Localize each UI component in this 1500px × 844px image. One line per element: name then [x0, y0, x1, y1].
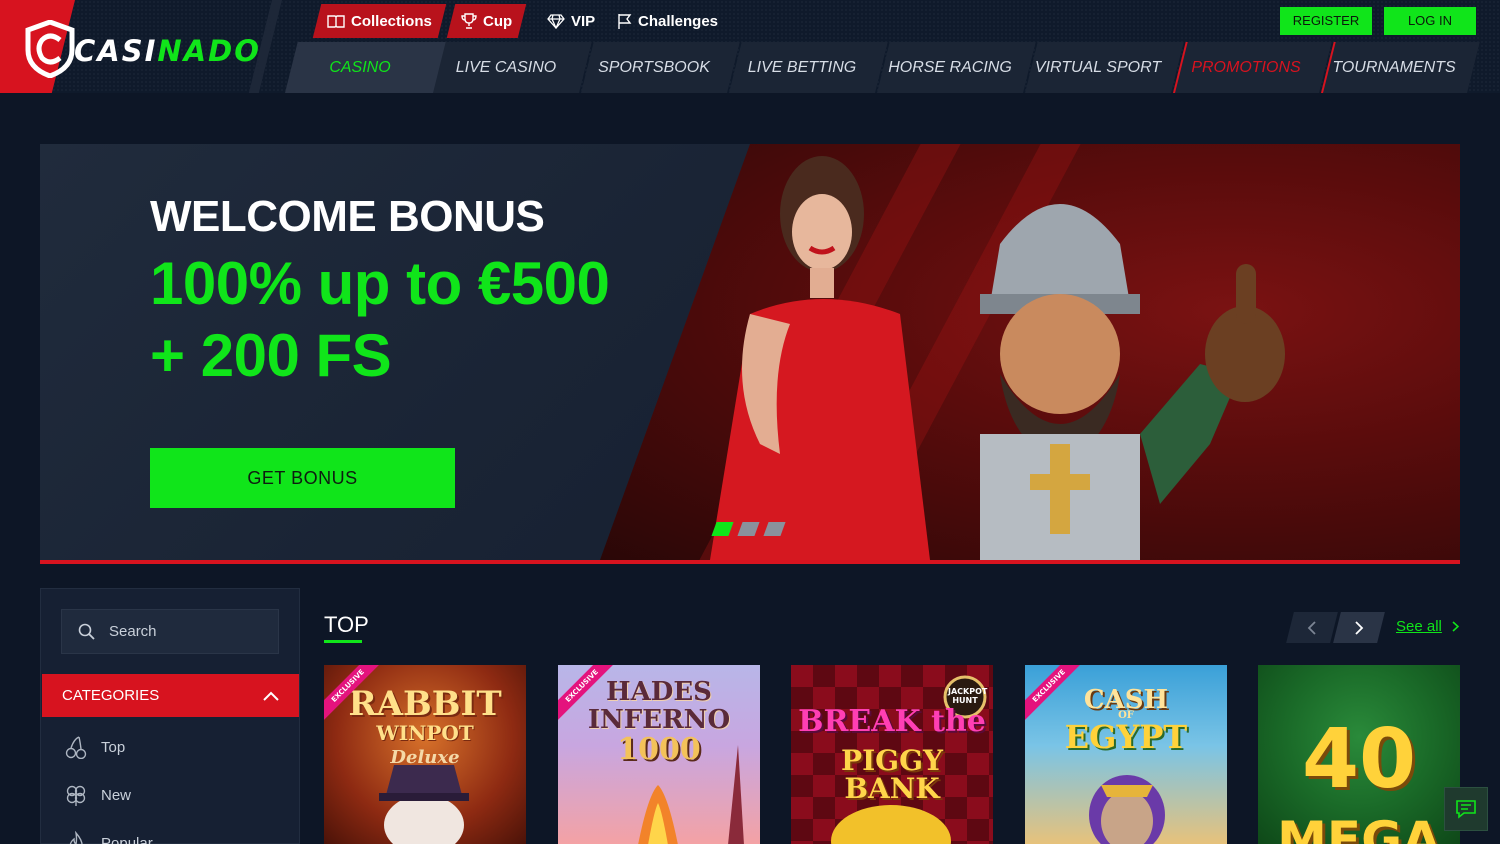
chevron-left-icon: [1307, 620, 1316, 635]
game-card-break-the-piggy-bank[interactable]: JACKPOT HUNT BREAK the PIGGY BANK: [791, 665, 993, 844]
topnav-cup-label: Cup: [483, 12, 513, 30]
game-title-line2: WINPOT: [376, 721, 474, 745]
chevron-right-icon: [1355, 620, 1364, 635]
game-sidebar: CATEGORIES Top New Popular: [40, 588, 300, 844]
topnav-collections[interactable]: Collections: [327, 4, 432, 38]
section-title-top: TOP: [324, 612, 369, 637]
nav-horse-racing[interactable]: HORSE RACING: [877, 42, 1036, 93]
nav-virtual-sport-label: VIRTUAL SPORT: [1034, 58, 1162, 76]
welcome-bonus-banner[interactable]: WELCOME BONUS 100% up to €500 + 200 FS G…: [40, 144, 1460, 564]
trophy-icon: [461, 13, 477, 29]
game-card-hades-inferno[interactable]: HADES INFERNO 1000 EXCLUSIVE: [558, 665, 760, 844]
game-title-line3: Deluxe: [390, 747, 460, 768]
topnav-challenges-label: Challenges: [638, 12, 719, 30]
register-button[interactable]: REGISTER: [1280, 7, 1372, 35]
login-button[interactable]: LOG IN: [1384, 7, 1476, 35]
game-title-line2: PIGGY BANK: [841, 744, 943, 805]
topnav-vip[interactable]: VIP: [547, 4, 595, 38]
diamond-icon: [547, 13, 565, 29]
game-title-line2: EGYPT: [1064, 718, 1188, 756]
clover-icon: [66, 785, 86, 806]
see-all-link[interactable]: See all: [1396, 618, 1459, 635]
chat-icon: [1456, 800, 1476, 819]
prev-games-button[interactable]: [1286, 612, 1338, 643]
search-box[interactable]: [61, 609, 279, 654]
topnav-challenges[interactable]: Challenges: [617, 4, 718, 38]
banner-art: [600, 144, 1460, 560]
category-popular-label: Popular: [101, 834, 153, 844]
jackpot-hunt-badge: JACKPOT HUNT: [948, 687, 988, 705]
nav-promotions[interactable]: PROMOTIONS: [1173, 42, 1332, 93]
nav-live-betting[interactable]: LIVE BETTING: [729, 42, 888, 93]
game-title-line2: INFERNO: [587, 705, 731, 735]
banner-title: WELCOME BONUS: [150, 192, 545, 241]
section-underline: [324, 640, 362, 643]
nav-horse-racing-label: HORSE RACING: [888, 58, 1012, 76]
game-title-line1: RABBIT: [348, 684, 502, 724]
live-chat-button[interactable]: [1444, 787, 1488, 831]
categories-label: CATEGORIES: [62, 687, 160, 704]
book-icon: [327, 15, 345, 28]
nav-promotions-label: PROMOTIONS: [1191, 58, 1301, 76]
search-input[interactable]: [109, 623, 259, 640]
game-card-rabbit-winpot[interactable]: RABBIT WINPOT Deluxe EXCLUSIVE: [324, 665, 526, 844]
see-all-label: See all: [1396, 618, 1442, 635]
game-title-line1: 40: [1301, 712, 1417, 807]
game-card-cash-of-egypt[interactable]: CASH OF EGYPT EXCLUSIVE: [1025, 665, 1227, 844]
nav-virtual-sport[interactable]: VIRTUAL SPORT: [1025, 42, 1184, 93]
site-header: CASINADO Collections Cup VIP Challenges …: [0, 0, 1500, 93]
nav-tournaments[interactable]: TOURNAMENTS: [1321, 42, 1480, 93]
game-title-line1: BREAK the: [798, 704, 986, 739]
carousel-dot[interactable]: [763, 522, 786, 536]
nav-live-casino[interactable]: LIVE CASINO: [433, 42, 592, 93]
topnav-collections-label: Collections: [351, 12, 432, 30]
game-title-line3: 1000: [617, 732, 701, 767]
nav-sportsbook[interactable]: SPORTSBOOK: [581, 42, 740, 93]
topnav-cup[interactable]: Cup: [461, 4, 512, 38]
flag-icon: [618, 13, 632, 29]
carousel-indicators: [711, 522, 792, 536]
nav-tournaments-label: TOURNAMENTS: [1332, 58, 1456, 76]
fire-icon: [69, 831, 83, 844]
topnav-vip-label: VIP: [571, 12, 596, 30]
nav-live-casino-label: LIVE CASINO: [455, 58, 557, 76]
category-new[interactable]: New: [65, 780, 131, 810]
search-icon: [78, 623, 95, 640]
chevron-right-icon: [1452, 621, 1459, 632]
next-games-button[interactable]: [1333, 612, 1385, 643]
category-top[interactable]: Top: [65, 732, 125, 762]
banner-bonus-amount: 100% up to €500 + 200 FS: [150, 250, 610, 389]
get-bonus-button[interactable]: GET BONUS: [150, 448, 455, 508]
game-title-line2: MEGA: [1277, 811, 1441, 844]
nav-sportsbook-label: SPORTSBOOK: [598, 58, 710, 76]
nav-casino[interactable]: CASINO: [285, 42, 448, 93]
category-new-label: New: [101, 786, 132, 804]
game-card-40-mega[interactable]: 40 MEGA: [1258, 665, 1460, 844]
carousel-dot[interactable]: [711, 522, 734, 536]
categories-toggle[interactable]: CATEGORIES: [42, 674, 299, 717]
category-popular[interactable]: Popular: [65, 828, 153, 844]
nav-casino-label: CASINO: [329, 58, 391, 76]
carousel-dot[interactable]: [737, 522, 760, 536]
chevron-up-icon: [263, 691, 279, 701]
nav-live-betting-label: LIVE BETTING: [747, 58, 857, 76]
main-navigation: CASINO LIVE CASINO SPORTSBOOK LIVE BETTI…: [0, 42, 1500, 93]
banner-characters-illustration: [710, 156, 1285, 560]
cherries-icon: [65, 736, 87, 759]
category-top-label: Top: [101, 738, 126, 756]
